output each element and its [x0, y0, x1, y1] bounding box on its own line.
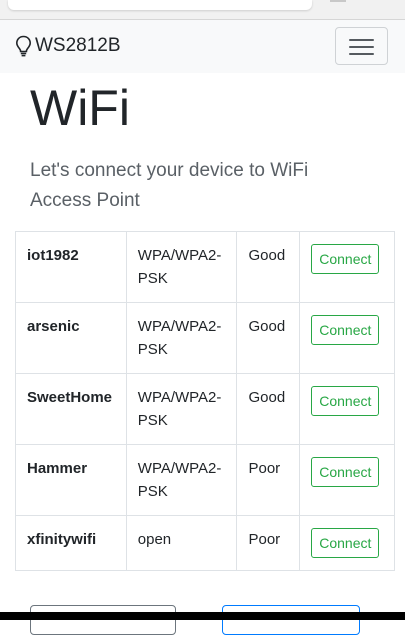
action-cell: Connect	[299, 444, 395, 516]
signal-cell: Good	[236, 231, 301, 303]
navbar: WS2812B	[0, 20, 405, 73]
action-cell: Connect	[299, 515, 395, 571]
table-row: iot1982 WPA/WPA2-PSK Good Connect	[15, 231, 395, 303]
ssid-cell: iot1982	[15, 231, 127, 303]
connect-button[interactable]: Connect	[311, 244, 380, 274]
browser-control-icon[interactable]	[330, 0, 346, 2]
signal-cell: Good	[236, 302, 301, 374]
connect-button[interactable]: Connect	[311, 528, 380, 558]
brand-name: WS2812B	[35, 35, 121, 56]
ssid-cell: xfinitywifi	[15, 515, 127, 571]
action-cell: Connect	[299, 231, 395, 303]
connect-button[interactable]: Connect	[311, 386, 380, 416]
address-bar[interactable]	[8, 0, 312, 10]
navbar-brand[interactable]: WS2812B	[15, 35, 121, 57]
security-cell: WPA/WPA2-PSK	[125, 231, 238, 303]
wifi-networks-table: iot1982 WPA/WPA2-PSK Good Connect arseni…	[15, 231, 395, 571]
signal-cell: Poor	[236, 515, 301, 571]
action-cell: Connect	[299, 373, 395, 445]
action-cell: Connect	[299, 302, 395, 374]
signal-cell: Good	[236, 373, 301, 445]
ssid-cell: Hammer	[15, 444, 127, 516]
page-lead-text: Let's connect your device to WiFi Access…	[30, 160, 309, 211]
connect-button[interactable]: Connect	[311, 315, 380, 345]
table-row: xfinitywifi open Poor Connect	[15, 515, 395, 571]
signal-cell: Poor	[236, 444, 301, 516]
security-cell: WPA/WPA2-PSK	[125, 444, 238, 516]
table-row: SweetHome WPA/WPA2-PSK Good Connect	[15, 373, 395, 445]
page-title: WiFi	[30, 80, 130, 136]
table-row: Hammer WPA/WPA2-PSK Poor Connect	[15, 444, 395, 516]
ssid-cell: SweetHome	[15, 373, 127, 445]
security-cell: open	[125, 515, 238, 571]
security-cell: WPA/WPA2-PSK	[125, 373, 238, 445]
system-bottom-bar	[0, 612, 405, 620]
table-row: arsenic WPA/WPA2-PSK Good Connect	[15, 302, 395, 374]
navbar-toggler-button[interactable]	[335, 27, 388, 65]
browser-top-bar	[0, 0, 405, 20]
lightbulb-icon	[15, 35, 32, 57]
security-cell: WPA/WPA2-PSK	[125, 302, 238, 374]
primary-button[interactable]	[222, 605, 360, 635]
secondary-button[interactable]	[30, 605, 176, 635]
connect-button[interactable]: Connect	[311, 457, 380, 487]
ssid-cell: arsenic	[15, 302, 127, 374]
